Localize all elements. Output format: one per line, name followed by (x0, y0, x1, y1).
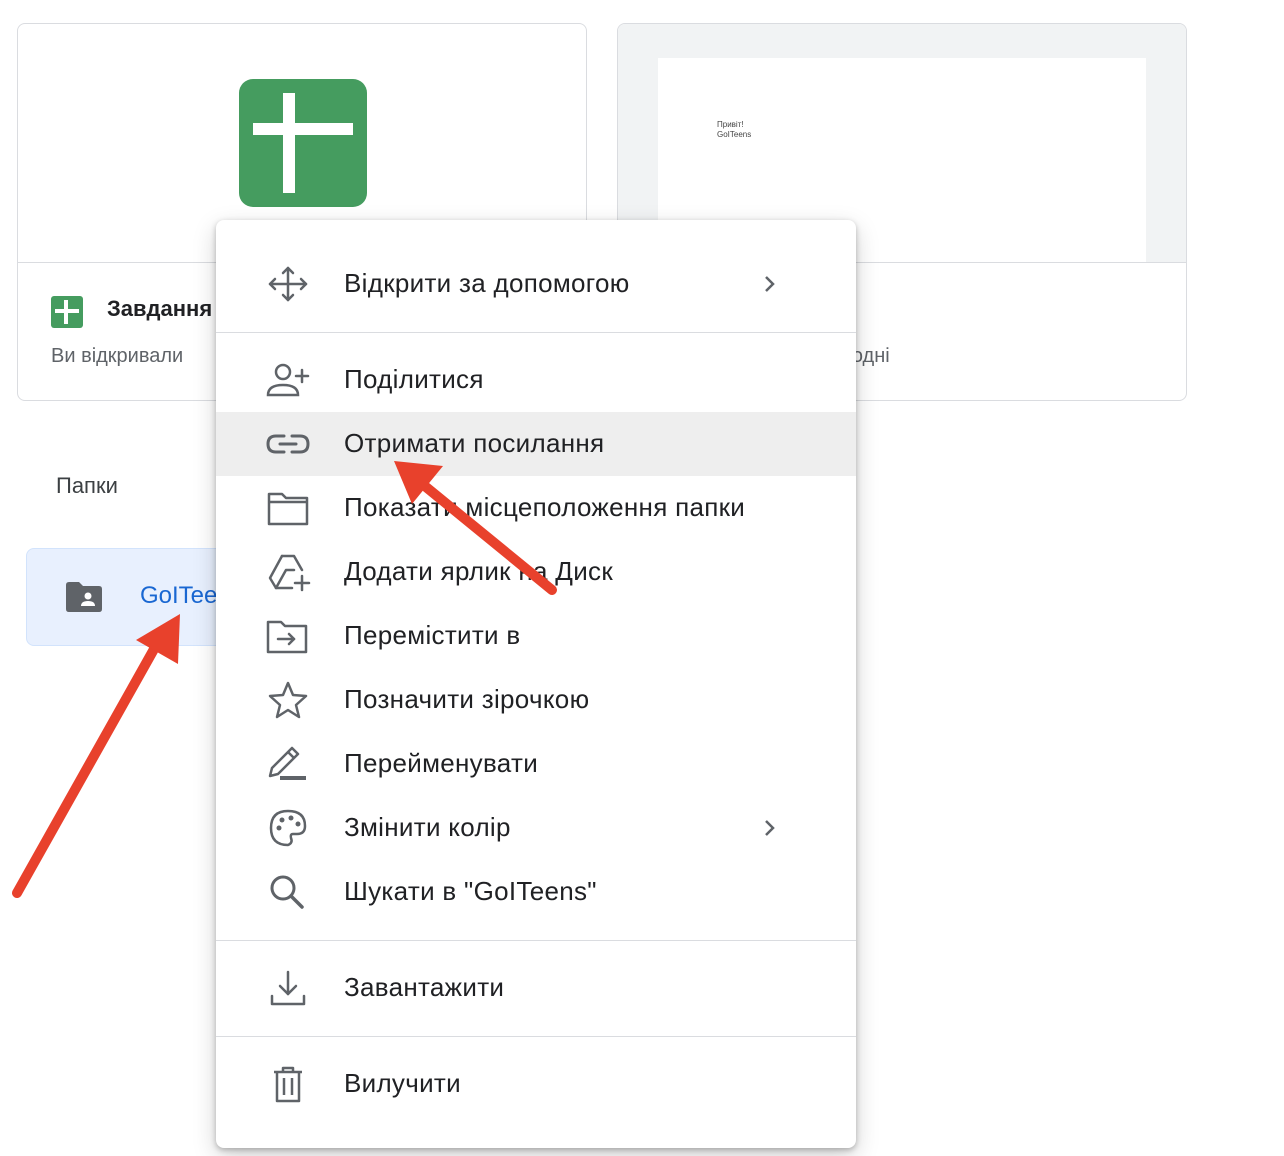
chevron-right-icon (765, 820, 775, 836)
context-menu: Відкрити за допомогою Поділитися Отримат… (216, 220, 856, 1148)
open-with-icon (268, 266, 308, 302)
menu-item-search-in-folder[interactable]: Шукати в "GoITeens" (216, 860, 856, 924)
menu-item-label: Вилучити (344, 1068, 461, 1098)
menu-item-label: Показати місцеположення папки (344, 492, 746, 522)
folder-outline-icon (267, 492, 309, 526)
link-icon (266, 434, 310, 454)
menu-item-get-link[interactable]: Отримати посилання (216, 412, 856, 476)
menu-item-label: Поділитися (344, 364, 484, 394)
menu-item-label: Завантажити (344, 972, 505, 1002)
move-to-folder-icon (266, 620, 308, 654)
search-icon (270, 875, 304, 909)
chevron-right-icon (765, 276, 775, 292)
rename-pencil-icon (268, 746, 306, 780)
folders-section-label: Папки (56, 473, 118, 498)
menu-item-add-shortcut[interactable]: Додати ярлик на Диск (216, 540, 856, 604)
menu-item-rename[interactable]: Перейменувати (216, 732, 856, 796)
shared-folder-icon (66, 582, 102, 612)
doc-preview-line: Привіт! (717, 120, 744, 129)
menu-item-change-color[interactable]: Змінити колір (216, 796, 856, 860)
star-icon (268, 681, 308, 719)
menu-item-remove[interactable]: Вилучити (216, 1052, 856, 1116)
menu-item-star[interactable]: Позначити зірочкою (216, 668, 856, 732)
file-title: Завдання (107, 296, 213, 321)
menu-item-label: Шукати в "GoITeens" (344, 876, 597, 906)
menu-divider (216, 940, 856, 941)
add-shortcut-drive-icon (268, 554, 311, 592)
menu-item-label: Додати ярлик на Диск (344, 556, 613, 586)
download-icon (270, 970, 306, 1006)
menu-item-label: Змінити колір (344, 812, 511, 842)
menu-item-share[interactable]: Поділитися (216, 348, 856, 412)
sheets-large-icon (239, 79, 367, 207)
annotation-arrow-to-folder (12, 614, 180, 898)
menu-item-label: Перемістити в (344, 620, 521, 650)
sheets-small-icon (51, 296, 83, 328)
share-person-add-icon (266, 363, 310, 397)
menu-item-label: Відкрити за допомогою (344, 268, 630, 298)
menu-item-label: Отримати посилання (344, 428, 605, 458)
menu-divider (216, 1036, 856, 1037)
menu-item-download[interactable]: Завантажити (216, 956, 856, 1020)
file-subtitle: Ви відкривали (51, 345, 184, 367)
trash-icon (274, 1066, 302, 1103)
doc-preview-line: GoITeens (717, 130, 752, 139)
menu-item-label: Перейменувати (344, 748, 539, 778)
menu-item-show-folder-location[interactable]: Показати місцеположення папки (216, 476, 856, 540)
menu-item-open-with[interactable]: Відкрити за допомогою (216, 252, 856, 316)
menu-divider (216, 332, 856, 333)
menu-item-label: Позначити зірочкою (344, 684, 590, 714)
menu-item-move-to[interactable]: Перемістити в (216, 604, 856, 668)
palette-icon (269, 809, 307, 847)
